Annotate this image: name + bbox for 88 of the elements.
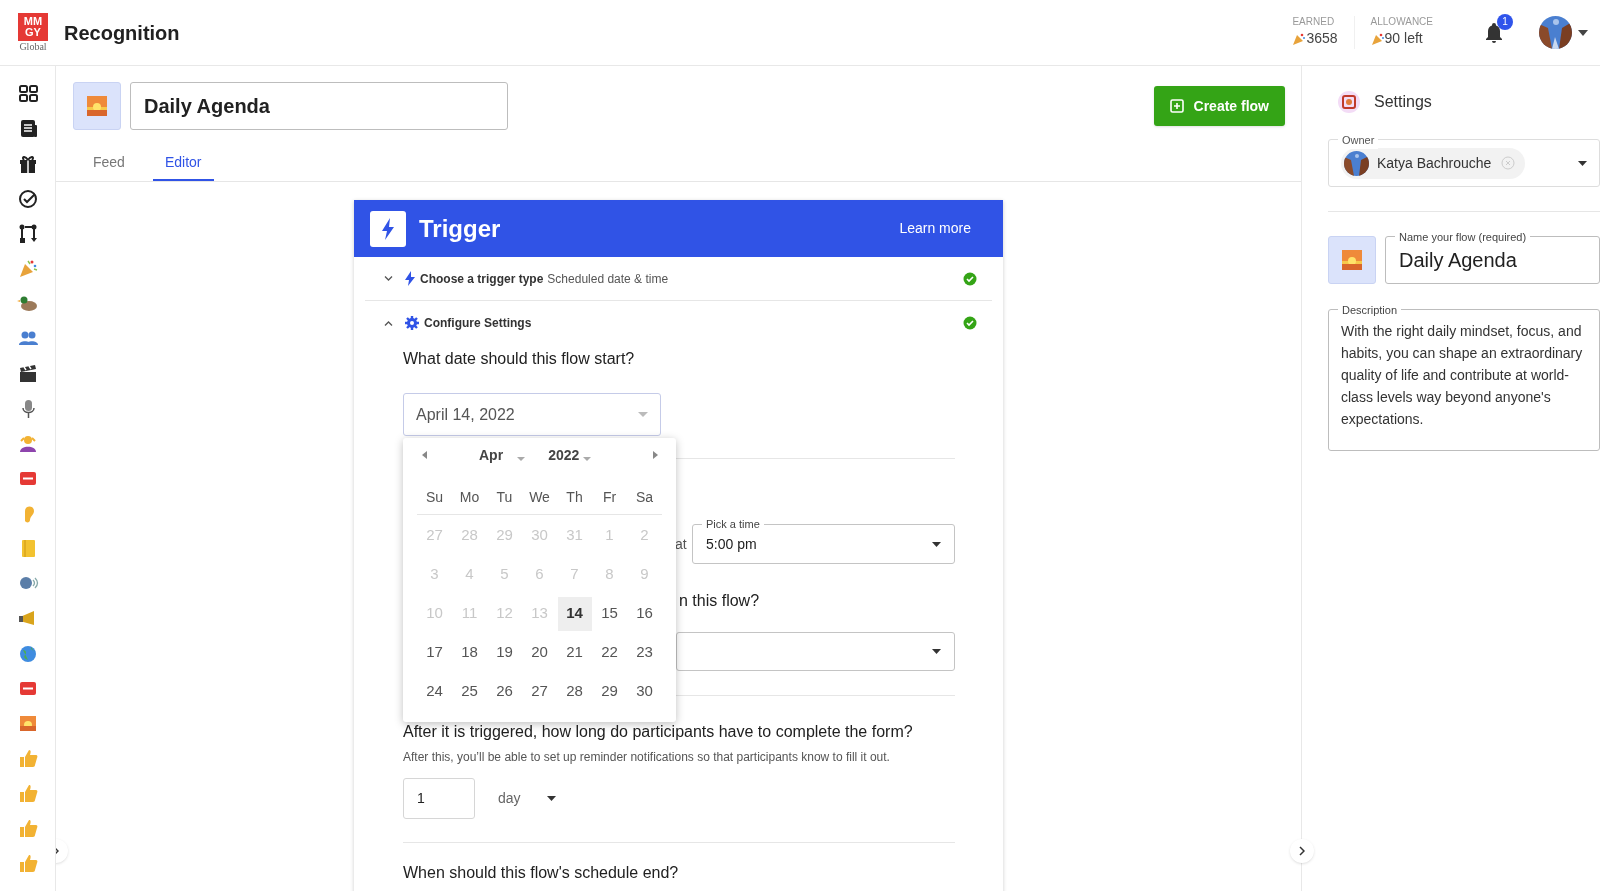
unit-select[interactable]: day bbox=[498, 788, 556, 809]
time-value: 5:00 pm bbox=[706, 534, 757, 554]
bell-icon bbox=[1484, 21, 1504, 44]
calendar-day[interactable]: 27 bbox=[522, 674, 557, 709]
lightning-icon bbox=[405, 271, 415, 286]
weekday-label: Su bbox=[424, 488, 445, 507]
plus-square-icon bbox=[1169, 99, 1184, 113]
expand-panel-button[interactable] bbox=[1290, 839, 1314, 863]
caret-icon bbox=[932, 649, 941, 654]
date-value: April 14, 2022 bbox=[416, 404, 515, 425]
caret-icon bbox=[583, 457, 592, 461]
chevron-down-icon bbox=[383, 276, 393, 281]
calendar-day[interactable]: 24 bbox=[417, 674, 452, 709]
image-button[interactable] bbox=[1328, 236, 1376, 284]
calendar-day[interactable]: 21 bbox=[557, 635, 592, 670]
logo-text: GY bbox=[25, 26, 41, 38]
caret-icon bbox=[517, 457, 526, 461]
caret-icon bbox=[932, 541, 941, 547]
calendar-day[interactable]: 15 bbox=[592, 596, 627, 631]
account-menu[interactable] bbox=[1539, 16, 1588, 49]
year-select[interactable]: 2022 bbox=[548, 444, 592, 466]
notification-badge: 1 bbox=[1497, 13, 1513, 30]
owner-chip[interactable]: Katya Bachrouche bbox=[1341, 147, 1526, 179]
calendar-day[interactable]: 18 bbox=[452, 635, 487, 670]
description-text: With the right daily mindset, focus, and habits, you can shape an extraordinary quality of life and contribute at world-class levels way beyond anyone's expectations. bbox=[1341, 322, 1584, 429]
stat-value: 3658 bbox=[1306, 29, 1338, 48]
owner-name: Katya Bachrouche bbox=[1377, 153, 1492, 173]
name-value: Daily Agenda bbox=[1399, 248, 1517, 273]
stat-label: ALLOWANCE bbox=[1370, 16, 1433, 28]
calendar-day[interactable]: 30 bbox=[627, 674, 662, 709]
month-select[interactable]: Apr bbox=[479, 444, 526, 466]
previous-icon bbox=[421, 451, 427, 459]
stat-value: 90 left bbox=[1384, 29, 1423, 48]
logo-caption: Global bbox=[19, 40, 47, 53]
logo-text: MM bbox=[23, 15, 43, 27]
next-icon bbox=[652, 451, 658, 459]
step-value: Scheduled date & time bbox=[547, 270, 669, 288]
weekday-label: Sa bbox=[634, 488, 655, 507]
calendar-day[interactable]: 16 bbox=[627, 596, 662, 631]
sunrise-icon bbox=[1342, 250, 1362, 270]
hint-text: After this, you’ll be able to set up reminder notifications so that participants know to fill it out. bbox=[403, 749, 891, 766]
learn-more-link[interactable]: Learn more bbox=[899, 218, 971, 239]
title-value: Daily Agenda bbox=[144, 94, 270, 119]
lightning-icon bbox=[381, 217, 395, 240]
amount-field[interactable]: 1 bbox=[403, 778, 475, 819]
weekday-label: Fr bbox=[601, 488, 618, 507]
panel-title: Settings bbox=[1374, 92, 1432, 112]
settings-icon bbox=[1337, 90, 1361, 114]
step-title: Configure Settings bbox=[424, 315, 532, 332]
caret-icon bbox=[638, 412, 648, 417]
image-button[interactable] bbox=[73, 82, 121, 130]
chevron-right-icon bbox=[1299, 846, 1305, 856]
tab[interactable]: Editor bbox=[152, 145, 214, 181]
calendar-day[interactable]: 29 bbox=[592, 674, 627, 709]
caret-icon bbox=[546, 796, 556, 801]
title-field[interactable]: Daily Agenda bbox=[130, 82, 508, 130]
amount-value: 1 bbox=[417, 789, 425, 808]
tab[interactable]: Feed bbox=[81, 145, 137, 181]
calendar-day[interactable]: 25 bbox=[452, 674, 487, 709]
weekday-label: Mo bbox=[458, 488, 481, 507]
stat-label: EARNED bbox=[1292, 16, 1336, 28]
sunrise-icon bbox=[87, 96, 107, 116]
app-title: Recognition bbox=[64, 20, 180, 46]
question: What date should this flow start? bbox=[403, 349, 636, 369]
question: When should this flow's schedule end? bbox=[403, 863, 680, 883]
party-popper-icon bbox=[1292, 31, 1307, 46]
date-field[interactable]: April 14, 2022 bbox=[403, 393, 661, 436]
question: After it is triggered, how long do participants have to complete the form? bbox=[403, 722, 914, 742]
chevron-up-icon bbox=[383, 320, 393, 326]
calendar-day[interactable]: 23 bbox=[627, 635, 662, 670]
calendar-day[interactable]: 19 bbox=[487, 635, 522, 670]
calendar-day[interactable]: 22 bbox=[592, 635, 627, 670]
question: n this flow? bbox=[679, 591, 761, 611]
party-popper-icon bbox=[1370, 31, 1385, 46]
calendar-day[interactable]: 20 bbox=[522, 635, 557, 670]
trigger-title: Trigger bbox=[419, 213, 501, 244]
settings-icon bbox=[405, 316, 419, 330]
weekday-label: Th bbox=[565, 488, 584, 507]
calendar-day[interactable]: 28 bbox=[557, 674, 592, 709]
step-title: Choose a trigger type bbox=[420, 270, 544, 288]
caret-icon bbox=[1578, 29, 1588, 36]
calendar-day[interactable]: 26 bbox=[487, 674, 522, 709]
weekday-label: We bbox=[528, 488, 551, 507]
joiner-label: at bbox=[675, 534, 687, 554]
calendar-day[interactable]: 14 bbox=[557, 596, 592, 631]
calendar-day[interactable]: 17 bbox=[417, 635, 452, 670]
weekday-label: Tu bbox=[495, 488, 514, 507]
caret-icon bbox=[1578, 160, 1587, 166]
